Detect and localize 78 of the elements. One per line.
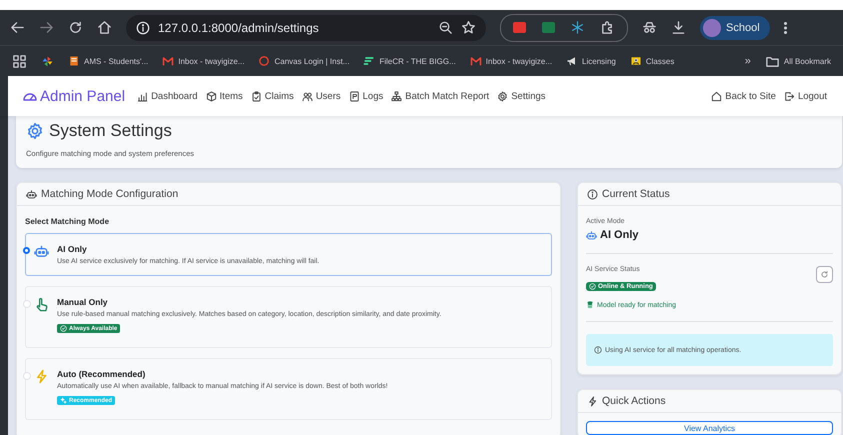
cube-icon: [206, 90, 217, 102]
check-circle-icon: [589, 283, 596, 290]
puzzle-icon: [600, 20, 615, 35]
info-icon: [594, 346, 602, 354]
nav-link[interactable]: Logout: [784, 90, 827, 102]
robot-icon: [26, 188, 37, 200]
brand-link[interactable]: Admin Panel: [22, 88, 126, 104]
bookmark[interactable]: FileCR - THE BIGG...: [363, 55, 456, 67]
apps-grid-icon: [12, 54, 27, 68]
check-circle-icon: [60, 325, 67, 332]
page-title: System Settings: [49, 121, 172, 141]
reload-icon: [68, 20, 83, 35]
bookmark[interactable]: Inbox - twayigize...: [470, 55, 552, 67]
nav-link[interactable]: Logs: [348, 90, 384, 102]
nav-link[interactable]: Batch Match Report: [391, 90, 490, 102]
info-icon: [587, 188, 598, 200]
option-title: Manual Only: [57, 297, 109, 307]
clipboard-icon: [250, 90, 262, 102]
nav-link[interactable]: Users: [302, 90, 341, 102]
bookmark[interactable]: Canvas Login | Inst...: [258, 55, 350, 67]
nav-link[interactable]: Dashboard: [137, 90, 198, 102]
bookmark[interactable]: Inbox - twayigize...: [162, 55, 244, 67]
ring-icon: [258, 55, 270, 67]
board-icon: [630, 55, 642, 67]
active-mode-value: AI Only: [600, 229, 639, 241]
pinwheel-icon: [41, 54, 54, 68]
bookmark[interactable]: AMS - Students'...: [68, 55, 148, 67]
card-title: Matching Mode Configuration: [41, 188, 178, 200]
extension-icon[interactable]: [513, 22, 526, 33]
info-icon: [136, 20, 150, 34]
option-title: AI Only: [57, 244, 88, 254]
snowflake-icon: [571, 21, 584, 34]
nav-link[interactable]: Settings: [497, 90, 546, 102]
radio-button[interactable]: [23, 247, 30, 254]
document-icon: [348, 90, 360, 102]
home-icon: [97, 20, 112, 35]
extension-icon[interactable]: [542, 22, 555, 33]
refresh-button[interactable]: [816, 266, 833, 283]
bookmark[interactable]: Classes: [630, 55, 674, 67]
section-label: Select Matching Mode: [25, 217, 110, 226]
forward-arrow-icon: [39, 20, 54, 35]
robot-icon: [34, 244, 49, 259]
star-icon: [461, 20, 476, 35]
book-icon: [68, 55, 80, 67]
pointing-hand-icon: [34, 297, 49, 312]
people-icon: [302, 90, 313, 102]
exit-icon: [784, 90, 795, 102]
nav-link[interactable]: Claims: [250, 90, 294, 102]
back-arrow-icon: [10, 20, 25, 35]
url-text: 127.0.0.1:8000/admin/settings: [158, 20, 320, 34]
zoom-icon: [438, 20, 453, 35]
more-icon[interactable]: [784, 22, 787, 34]
nav-link[interactable]: Back to Site: [711, 90, 776, 102]
download-icon: [671, 20, 686, 35]
address-bar[interactable]: 127.0.0.1:8000/admin/settings: [126, 14, 486, 40]
option-title: Auto (Recommended): [57, 369, 146, 379]
card-title: Quick Actions: [602, 395, 666, 407]
refresh-icon: [820, 270, 829, 279]
stripes-icon: [363, 55, 376, 67]
hierarchy-icon: [391, 90, 402, 102]
all-bookmarks-button[interactable]: All Bookmark: [764, 54, 831, 68]
incognito-icon: [642, 20, 657, 35]
nav-link[interactable]: Items: [206, 90, 243, 102]
profile-button[interactable]: School: [700, 16, 770, 40]
bar-chart-icon: [137, 90, 148, 102]
lightning-icon: [34, 369, 49, 384]
more-bookmarks-button[interactable]: »: [744, 55, 751, 67]
card-title: Current Status: [602, 188, 670, 200]
gear-icon: [497, 90, 508, 102]
bookmark[interactable]: Licensing: [566, 55, 616, 67]
view-analytics-button[interactable]: View Analytics: [586, 421, 833, 435]
house-icon: [711, 90, 722, 102]
database-icon: [586, 301, 594, 309]
gear-icon: [26, 122, 44, 140]
robot-icon: [586, 230, 597, 240]
lightning-icon: [587, 396, 598, 406]
sparkle-icon: [60, 397, 67, 404]
avatar-icon: [703, 18, 721, 36]
